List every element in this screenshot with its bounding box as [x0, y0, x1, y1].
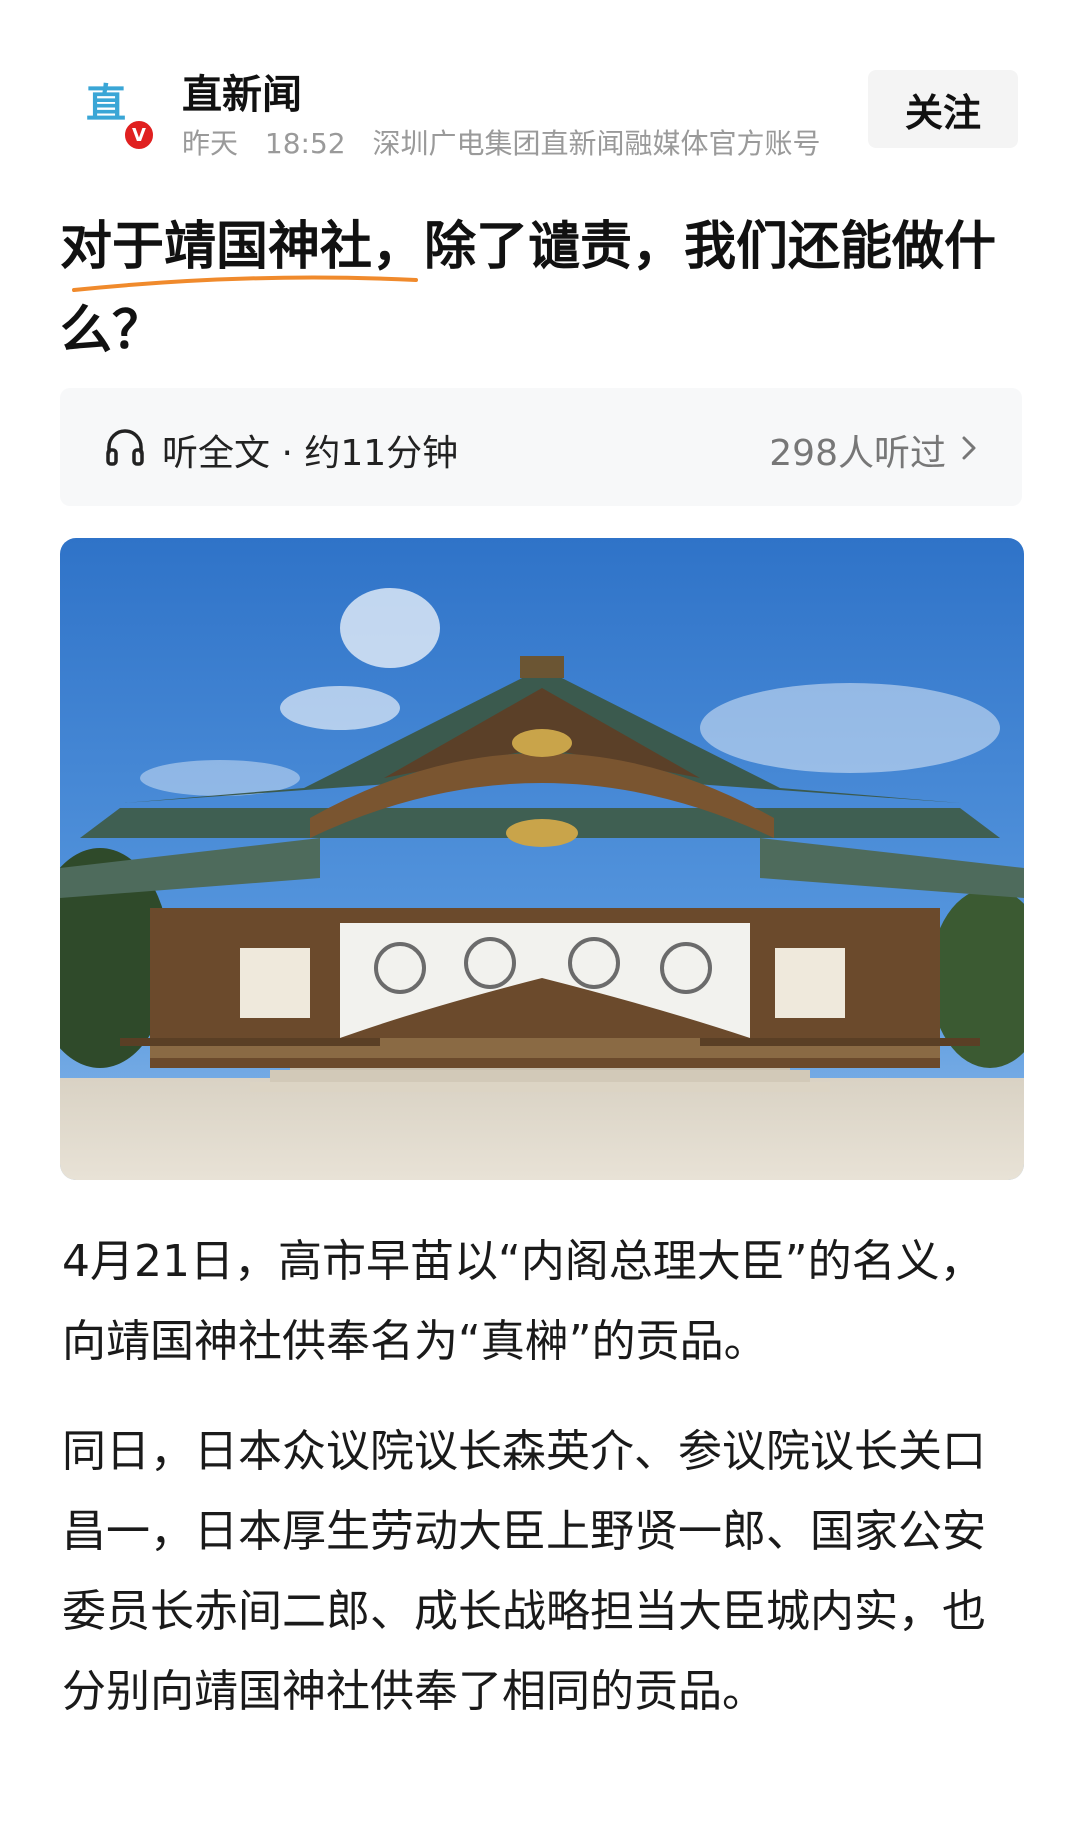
account-name[interactable]: 直新闻	[182, 62, 302, 120]
follow-button[interactable]: 关注	[868, 70, 1018, 148]
paragraph: 同日，日本众议院议长森英介、参议院议长关口昌一，日本厚生劳动大臣上野贤一郎、国家…	[62, 1426, 986, 1717]
post-date: 昨天	[182, 127, 239, 160]
account-header: 直 V 直新闻 昨天 18:52 深圳广电集团直新闻融媒体官方账号 关注	[0, 0, 1080, 165]
verified-badge-icon: V	[122, 118, 156, 152]
headphone-icon	[106, 429, 144, 466]
listen-full-text-bar[interactable]: 听全文 · 约11分钟 298人听过	[60, 388, 1022, 506]
account-description: 深圳广电集团直新闻融媒体官方账号	[372, 127, 821, 160]
paragraph: 4月21日，高市早苗以“内阁总理大臣”的名义，向靖国神社供奉名为“真榊”的贡品。	[62, 1236, 984, 1367]
post-meta: 昨天 18:52 深圳广电集团直新闻融媒体官方账号	[182, 122, 839, 162]
post-time: 18:52	[264, 127, 346, 160]
avatar-logo: 直	[86, 81, 126, 127]
title-highlight-underline	[72, 275, 418, 292]
listen-label: 听全文 · 约11分钟	[162, 433, 459, 474]
listen-count: 298人听过	[769, 433, 946, 474]
article-hero-image[interactable]	[60, 538, 1024, 1180]
article-page: 直 V 直新闻 昨天 18:52 深圳广电集团直新闻融媒体官方账号 关注 对于靖…	[0, 0, 1080, 1832]
chevron-right-icon	[962, 436, 976, 460]
yasukuni-shrine-illustration	[60, 538, 1024, 1180]
